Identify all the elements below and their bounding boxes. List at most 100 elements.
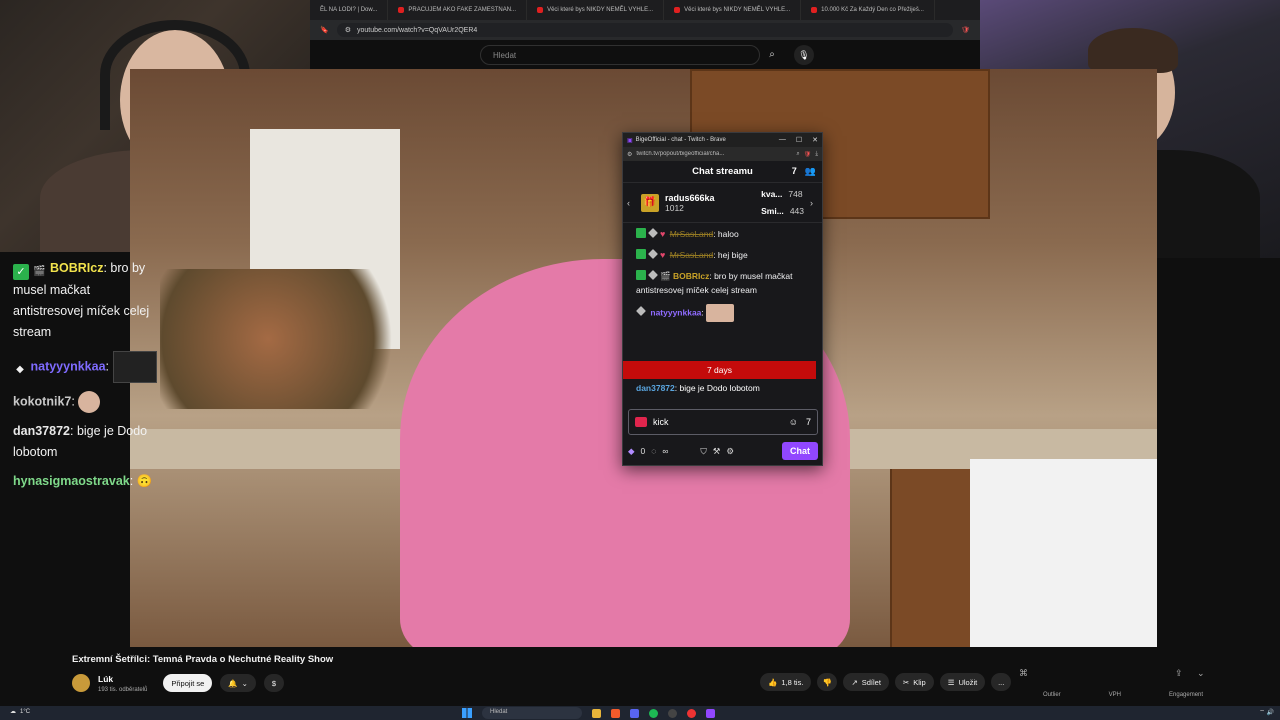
youtube-icon (674, 7, 681, 13)
chat-text: haloo (717, 229, 739, 239)
url-field[interactable]: ⚙ youtube.com/watch?v=QqVAUr2QER4 (336, 23, 954, 37)
channel-name[interactable]: Lúk (98, 674, 147, 684)
clip-button[interactable]: ✂ Klip (894, 673, 934, 691)
image-emote (706, 304, 735, 322)
close-icon[interactable]: ✕ (812, 136, 818, 144)
windows-start-icon[interactable] (462, 708, 472, 718)
brave-shield-icon[interactable]: 🛡 (961, 26, 970, 34)
popout-url[interactable]: twitch.tv/popout/bigeofficial/cha... (636, 151, 792, 157)
chevron-down-icon[interactable]: ⌄ (1197, 668, 1205, 679)
leaderboard-top-count: 1012 (665, 202, 684, 213)
heart-icon: ♥ (660, 250, 666, 260)
more-button[interactable]: ... (991, 673, 1012, 691)
minimize-icon[interactable]: — (779, 136, 786, 144)
bits-icon[interactable]: ◆ (628, 446, 635, 457)
youtube-search-input[interactable]: Hledat (480, 45, 760, 65)
dollar-label: $ (271, 678, 277, 688)
maximize-icon[interactable]: ☐ (796, 136, 802, 144)
leaderboard-count: 748 (788, 188, 803, 199)
stove (970, 459, 1157, 647)
checkmark-icon: ✓ (13, 264, 29, 280)
tab-label: 10.000 Kč Za Každý Den co Přežiješ... (821, 7, 924, 13)
chevron-left-icon[interactable]: ‹ (627, 198, 635, 208)
chrome-icon[interactable] (687, 708, 696, 718)
gift-leaderboard: ‹ 🎁 radus666ka 1012 kva... 748 Smi... 443 … (623, 183, 822, 223)
heart-icon: ♥ (660, 229, 666, 239)
more-label: ... (998, 677, 1005, 687)
like-button[interactable]: 👍 1,8 tis. (760, 673, 812, 691)
emote-picker-icon[interactable]: ☺ (789, 417, 798, 427)
brave-shield-icon[interactable]: 🛡 (804, 151, 812, 158)
chat-username: hynasigmaostravak (13, 474, 130, 488)
taskbar-search[interactable]: Hledat (482, 707, 582, 719)
points-count: 0 (640, 446, 646, 456)
channel-row: Lúk 193 tis. odběratelů Připojit se 🔔 ⌄ $ (72, 672, 284, 694)
weather-temp: 1°C (20, 708, 31, 715)
system-tray[interactable]: ⌔ 🔊 (1259, 708, 1274, 716)
chat-message[interactable]: 🎬 BOBRIcz: bro by musel mačkat antistres… (636, 269, 814, 297)
bookmark-icon[interactable]: 🔖 (320, 26, 329, 34)
browser-tab[interactable]: 10.000 Kč Za Každý Den co Přežiješ... (801, 0, 935, 20)
channel-points-icon[interactable]: ◌ (651, 446, 656, 456)
chevron-right-icon[interactable]: › (810, 198, 818, 208)
twitch-icon[interactable] (706, 708, 715, 718)
avatar[interactable] (72, 674, 90, 692)
upside-down-face-emote: 🙃 (136, 474, 153, 488)
browser-tab[interactable]: PRACUJEM AKO FAKE ZAMESTNAN... (388, 0, 528, 20)
chat-message[interactable]: dan37872: bige je Dodo lobotom (636, 383, 760, 393)
download-icon[interactable]: ⤓ (815, 151, 818, 158)
chat-username: dan37872 (13, 424, 70, 438)
infinity-symbol: ∞ (662, 446, 669, 456)
discord-icon[interactable] (630, 708, 639, 718)
weather-widget[interactable]: ☁ 1°C (10, 708, 31, 716)
search-icon[interactable]: ⌕ (762, 45, 782, 65)
timeout-7-days-button[interactable]: 7 days (623, 361, 816, 379)
leaderboard-count: 443 (789, 205, 804, 216)
browser-tab[interactable]: ĚL NA LODI? | Dow... (310, 0, 389, 20)
tune-icon: ⚙ (627, 151, 633, 158)
twitch-icon: ▣ (627, 137, 633, 144)
chat-message[interactable]: ♥ MrSasLand: hej bige (636, 248, 814, 262)
chat-message[interactable]: ♥ MrSasLand: haloo (636, 227, 814, 241)
brave-icon[interactable] (611, 708, 620, 718)
leaderboard-top: radus666ka 1012 (665, 193, 715, 213)
7tv-icon[interactable]: 7 (806, 417, 811, 427)
thanks-button[interactable]: $ (263, 674, 284, 692)
windows-taskbar: ☁ 1°C Hledat ⌔ 🔊 (0, 706, 1280, 720)
chat-message: dan37872: bige je Dodo lobotom (13, 424, 148, 459)
chat-message[interactable]: natyyynkkaa: (636, 304, 814, 322)
clapper-icon: 🎬 (660, 271, 671, 281)
send-chat-button[interactable]: Chat (782, 442, 818, 460)
share-icon[interactable]: ⇪ (1175, 668, 1183, 679)
bell-icon: 🔔 (228, 678, 238, 688)
like-count: 1,8 tis. (781, 677, 804, 687)
save-button[interactable]: ☰ Uložit (939, 673, 986, 691)
shield-icon[interactable]: ⛉ (700, 446, 706, 457)
image-emote (112, 351, 157, 383)
chat-input[interactable]: kick ☺ 7 (628, 409, 818, 435)
7tv-icon[interactable]: 7 (792, 166, 797, 177)
share-button[interactable]: ↗ Sdílet (843, 673, 889, 691)
tab-label: PRACUJEM AKO FAKE ZAMESTNAN... (408, 7, 517, 13)
youtube-icon (537, 7, 544, 13)
flower-arrangement (160, 269, 430, 409)
gear-icon[interactable]: ⚙ (726, 446, 734, 457)
join-button[interactable]: Připojit se (163, 674, 213, 692)
microphone-icon[interactable]: 🎙 (794, 45, 814, 65)
spotify-icon[interactable] (649, 708, 658, 718)
kitchen-cabinet (890, 459, 980, 647)
users-icon[interactable]: 👥 (805, 166, 816, 177)
browser-tab[interactable]: Věci které bys NIKDY NEMĚL VYHLE... (527, 0, 665, 20)
diamond-icon (648, 249, 658, 259)
address-bar: 🔖 ⚙ youtube.com/watch?v=QqVAUr2QER4 🛡 (310, 20, 980, 40)
obs-icon[interactable] (668, 708, 677, 718)
file-explorer-icon[interactable] (592, 708, 601, 718)
analytics-panel: ⌘ ⇪ ⌄ Outlier VPH Engagement (1015, 660, 1225, 705)
mod-tools-icon[interactable]: ⚒ (713, 446, 721, 457)
zoom-icon[interactable]: ⌕ (796, 151, 799, 158)
dislike-button[interactable]: 👎 (817, 673, 838, 691)
share-icon: ↗ (851, 677, 858, 687)
chat-footer: ◆ 0 ◌ ∞ ⛉ ⚒ ⚙ Chat (628, 441, 818, 461)
notification-bell-button[interactable]: 🔔 ⌄ (220, 674, 256, 692)
browser-tab[interactable]: Věci které bys NIKDY NEMĚL VYHLE... (664, 0, 802, 20)
